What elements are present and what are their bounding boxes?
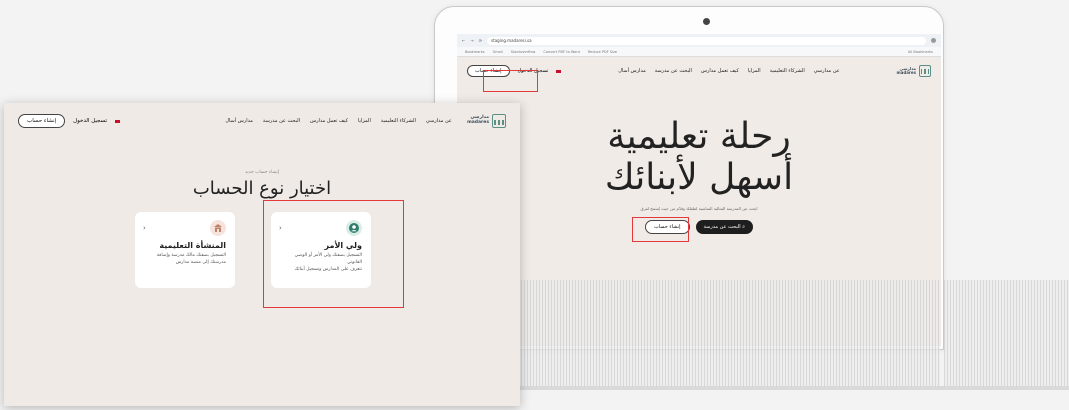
- hero-title: رحلة تعليمية أسهل لأبنائك: [604, 116, 794, 199]
- login-link[interactable]: تسجيل الدخول: [73, 118, 107, 124]
- reload-icon[interactable]: ⟳: [479, 38, 482, 43]
- bookmark-item[interactable]: Bookmarks: [465, 50, 485, 54]
- bookmark-item[interactable]: Gmail: [493, 50, 503, 54]
- search-school-button[interactable]: ⌕ البحث عن مدرسة: [695, 220, 754, 234]
- decorative-stripes: [515, 280, 940, 388]
- site-logo[interactable]: مدارسي madares: [467, 114, 506, 128]
- decorative-stripes: [944, 280, 1069, 388]
- card-description: التسجيل بصفتك مالك مدرسة وإضافة مدرستك إ…: [156, 253, 226, 265]
- search-icon: ⌕: [740, 224, 746, 230]
- nav-item[interactable]: البحث عن مدرسة: [263, 118, 300, 124]
- logo-text: مدارسي madares: [467, 115, 489, 125]
- highlight-box: [263, 200, 404, 308]
- nav-item[interactable]: كيف تعمل مدارس: [701, 68, 739, 74]
- create-account-button[interactable]: إنشاء حساب: [18, 114, 66, 128]
- back-icon[interactable]: ←: [462, 38, 465, 43]
- logo-text: مدارسي madares: [896, 65, 917, 75]
- breadcrumb: إنشاء حساب جديد: [244, 170, 280, 175]
- laptop-base: [515, 386, 1069, 390]
- hero-actions: ⌕ البحث عن مدرسة إنشاء حساب: [457, 220, 941, 234]
- flag-icon[interactable]: [115, 119, 121, 123]
- bookmark-item[interactable]: Convert PDF to Word: [543, 50, 580, 54]
- nav-item[interactable]: البحث عن مدرسة: [655, 68, 692, 74]
- nav-item[interactable]: مدارس أسال: [225, 118, 253, 124]
- bookmarks-bar: Bookmarks Gmail Stackoverflow Convert PD…: [457, 47, 941, 57]
- logo-icon: [919, 65, 931, 77]
- bookmark-item[interactable]: All Bookmarks: [908, 50, 933, 54]
- profile-icon[interactable]: [931, 38, 936, 43]
- school-icon: [210, 220, 226, 236]
- nav-item[interactable]: مدارس أسال: [618, 68, 646, 74]
- webcam-dot: [703, 18, 710, 25]
- bookmark-item[interactable]: Reduce PDF Size: [588, 50, 617, 54]
- header-actions: تسجيل الدخول إنشاء حساب: [18, 114, 121, 128]
- page-title: اختيار نوع الحساب: [192, 178, 332, 199]
- highlight-box: [632, 217, 689, 242]
- highlight-box: [483, 70, 538, 92]
- nav-item[interactable]: عن مدارسي: [814, 68, 840, 74]
- nav-item[interactable]: الشركاء التعليمية: [381, 118, 416, 124]
- forward-icon[interactable]: →: [470, 38, 473, 43]
- account-type-card-institution[interactable]: ‹ المنشأة التعليمية التسجيل بصفتك مالك م…: [135, 212, 235, 288]
- nav-item[interactable]: الشركاء التعليمية: [770, 68, 805, 74]
- chevron-left-icon: ‹: [143, 224, 146, 232]
- main-nav: عن مدارسي الشركاء التعليمية المزايا كيف …: [618, 68, 839, 74]
- bookmark-item[interactable]: Stackoverflow: [511, 50, 536, 54]
- nav-item[interactable]: عن مدارسي: [426, 118, 452, 124]
- address-bar[interactable]: staging.madaresi.sa: [487, 36, 926, 45]
- card-title: المنشأة التعليمية: [159, 241, 226, 250]
- nav-item[interactable]: المزايا: [358, 118, 371, 124]
- nav-item[interactable]: المزايا: [748, 68, 761, 74]
- logo-icon: [492, 114, 506, 128]
- main-nav: عن مدارسي الشركاء التعليمية المزايا كيف …: [225, 118, 451, 124]
- browser-toolbar: ← → ⟳ staging.madaresi.sa: [457, 34, 941, 47]
- site-header: مدارسي madares عن مدارسي الشركاء التعليمي…: [4, 103, 520, 139]
- nav-item[interactable]: كيف تعمل مدارس: [310, 118, 348, 124]
- signup-window: مدارسي madares عن مدارسي الشركاء التعليمي…: [4, 103, 520, 406]
- address-text: staging.madaresi.sa: [491, 38, 532, 43]
- site-logo[interactable]: مدارسي madares: [896, 65, 931, 77]
- flag-icon[interactable]: [556, 69, 562, 73]
- hero-subtitle: ابحث عن المدرسة المثالية المناسبة لطفلك …: [640, 206, 758, 211]
